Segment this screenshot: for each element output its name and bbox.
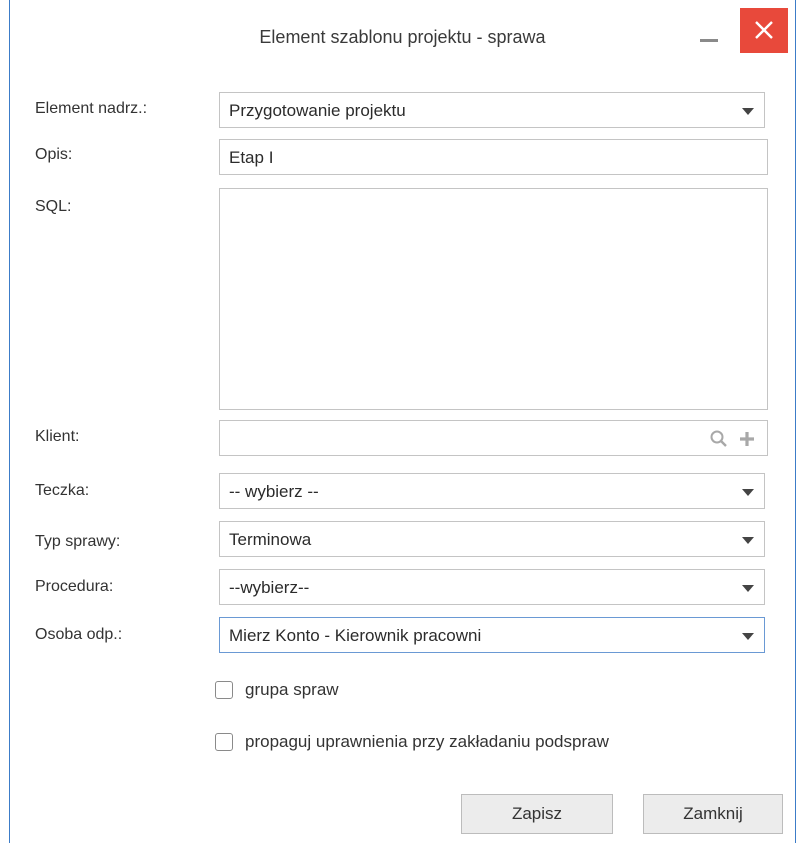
procedura-value: --wybierz--	[229, 578, 310, 597]
klient-label: Klient:	[35, 428, 80, 445]
procedura-label: Procedura:	[35, 578, 114, 595]
parent-element-select[interactable]: Przygotowanie projektu	[219, 92, 765, 128]
dialog-title: Element szablonu projektu - sprawa	[259, 27, 546, 47]
minimize-icon	[700, 39, 718, 42]
osoba-value: Mierz Konto - Kierownik pracowni	[229, 626, 482, 645]
teczka-value: -- wybierz --	[229, 482, 319, 501]
klient-input[interactable]	[219, 420, 768, 456]
typ-sprawy-select[interactable]: Terminowa	[219, 521, 765, 557]
close-button[interactable]	[740, 8, 788, 53]
opis-value: Etap I	[229, 148, 274, 167]
chevron-down-icon	[742, 489, 754, 496]
chevron-down-icon	[742, 633, 754, 640]
osoba-select[interactable]: Mierz Konto - Kierownik pracowni	[219, 617, 765, 653]
osoba-label: Osoba odp.:	[35, 626, 123, 643]
close-dialog-button[interactable]: Zamknij	[643, 794, 783, 834]
opis-input[interactable]: Etap I	[219, 139, 768, 175]
sql-textarea[interactable]	[219, 188, 768, 410]
grupa-spraw-label: grupa spraw	[245, 680, 339, 699]
close-icon	[755, 21, 773, 39]
sql-label: SQL:	[35, 198, 72, 215]
parent-element-value: Przygotowanie projektu	[229, 101, 406, 120]
chevron-down-icon	[742, 108, 754, 115]
chevron-down-icon	[742, 537, 754, 544]
title-bar[interactable]: Element szablonu projektu - sprawa	[10, 0, 795, 80]
klient-actions	[709, 429, 757, 449]
procedura-select[interactable]: --wybierz--	[219, 569, 765, 605]
grupa-spraw-checkbox[interactable]	[215, 681, 233, 699]
minimize-button[interactable]	[697, 22, 721, 46]
chevron-down-icon	[742, 585, 754, 592]
propaguj-label: propaguj uprawnienia przy zakładaniu pod…	[245, 732, 609, 751]
typ-sprawy-label: Typ sprawy:	[35, 533, 121, 550]
save-button[interactable]: Zapisz	[461, 794, 613, 834]
parent-element-label: Element nadrz.:	[35, 100, 148, 117]
propaguj-checkbox[interactable]	[215, 733, 233, 751]
teczka-select[interactable]: -- wybierz --	[219, 473, 765, 509]
search-icon[interactable]	[709, 429, 729, 454]
opis-label: Opis:	[35, 146, 73, 163]
dialog-window: Element szablonu projektu - sprawa Eleme…	[9, 0, 796, 843]
teczka-label: Teczka:	[35, 482, 90, 499]
typ-sprawy-value: Terminowa	[229, 530, 312, 549]
plus-icon[interactable]	[737, 429, 757, 454]
